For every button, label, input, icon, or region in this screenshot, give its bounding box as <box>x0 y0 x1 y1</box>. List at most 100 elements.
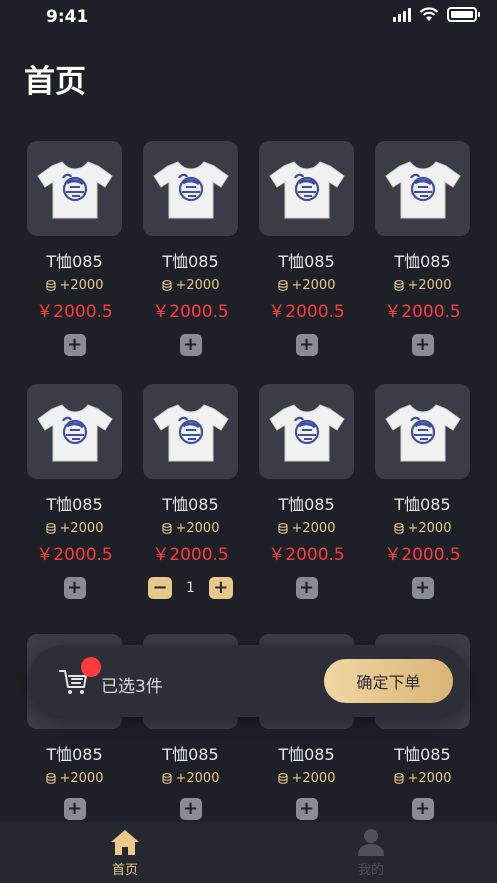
cart-bar: 已选3件 确定下单 <box>28 645 470 717</box>
coin-icon <box>45 773 56 784</box>
add-to-cart-button[interactable]: + <box>63 334 86 356</box>
product-name: T恤085 <box>46 745 103 764</box>
product-image[interactable] <box>143 384 238 479</box>
tab-mine[interactable]: 我的 <box>341 828 401 878</box>
product-card[interactable]: T恤085 +2000 ￥2000.5 − 1 + <box>143 384 238 627</box>
product-row: T恤085 +2000 ￥2000.5 + T恤085 +2000 ￥2000.… <box>27 384 470 627</box>
coin-icon <box>277 280 288 291</box>
add-to-cart-button[interactable]: + <box>411 334 434 356</box>
product-name: T恤085 <box>46 495 103 514</box>
product-name: T恤085 <box>278 252 335 271</box>
product-points: +2000 <box>277 771 335 786</box>
product-name: T恤085 <box>162 745 219 764</box>
tshirt-icon <box>384 403 461 461</box>
product-card[interactable]: T恤085 +2000 ￥2000.5 + <box>375 384 470 627</box>
product-price: ￥2000.5 <box>36 302 113 322</box>
coin-icon <box>277 523 288 534</box>
add-to-cart-button[interactable]: + <box>63 798 86 820</box>
page-title: 首页 <box>24 64 86 100</box>
add-to-cart-button[interactable]: + <box>63 577 86 599</box>
quantity-value: 1 <box>186 580 195 596</box>
cart-selected-count: 已选3件 <box>101 677 163 697</box>
product-image[interactable] <box>27 141 122 236</box>
product-points: +2000 <box>161 521 219 536</box>
product-price: ￥2000.5 <box>268 302 345 322</box>
product-points: +2000 <box>277 521 335 536</box>
product-points: +2000 <box>393 521 451 536</box>
product-points: +2000 <box>393 278 451 293</box>
tab-bar: 首页 我的 <box>0 822 497 883</box>
product-card[interactable]: T恤085 +2000 ￥2000.5 + <box>143 141 238 384</box>
tab-label: 我的 <box>357 863 384 878</box>
product-image[interactable] <box>375 384 470 479</box>
add-to-cart-button[interactable]: + <box>295 577 318 599</box>
tshirt-icon <box>36 160 113 218</box>
confirm-order-button[interactable]: 确定下单 <box>324 659 453 703</box>
product-grid: T恤085 +2000 ￥2000.5 + T恤085 +2000 ￥2000.… <box>27 141 470 824</box>
product-price: ￥2000.5 <box>384 545 461 565</box>
product-row: T恤085 +2000 ￥2000.5 + T恤085 +2000 ￥2000.… <box>27 141 470 384</box>
add-to-cart-button[interactable]: + <box>295 798 318 820</box>
coin-icon <box>161 523 172 534</box>
product-card[interactable]: T恤085 +2000 ￥2000.5 + <box>259 384 354 627</box>
product-points: +2000 <box>393 771 451 786</box>
product-name: T恤085 <box>278 745 335 764</box>
wifi-icon <box>419 7 439 21</box>
product-name: T恤085 <box>394 252 451 271</box>
add-to-cart-button[interactable]: + <box>179 334 202 356</box>
status-time: 9:41 <box>46 7 89 27</box>
coin-icon <box>45 280 56 291</box>
product-image[interactable] <box>27 384 122 479</box>
product-points: +2000 <box>277 278 335 293</box>
product-points: +2000 <box>161 771 219 786</box>
product-name: T恤085 <box>278 495 335 514</box>
tab-home[interactable]: 首页 <box>95 828 155 878</box>
product-image[interactable] <box>375 141 470 236</box>
product-card[interactable]: T恤085 +2000 ￥2000.5 + <box>259 141 354 384</box>
coin-icon <box>161 280 172 291</box>
user-icon <box>358 829 384 856</box>
tshirt-icon <box>152 403 229 461</box>
product-name: T恤085 <box>394 745 451 764</box>
product-name: T恤085 <box>162 252 219 271</box>
tshirt-icon <box>152 160 229 218</box>
add-to-cart-button[interactable]: + <box>179 798 202 820</box>
battery-icon <box>447 7 480 22</box>
product-card[interactable]: T恤085 +2000 ￥2000.5 + <box>375 141 470 384</box>
product-points: +2000 <box>45 521 103 536</box>
add-to-cart-button[interactable]: + <box>411 577 434 599</box>
tab-label: 首页 <box>111 863 138 878</box>
increase-button[interactable]: + <box>208 577 233 599</box>
product-price: ￥2000.5 <box>152 545 229 565</box>
product-card[interactable]: T恤085 +2000 ￥2000.5 + <box>27 141 122 384</box>
status-bar: 9:41 <box>0 0 497 34</box>
product-card[interactable]: T恤085 +2000 ￥2000.5 + <box>27 384 122 627</box>
product-image[interactable] <box>143 141 238 236</box>
product-price: ￥2000.5 <box>152 302 229 322</box>
coin-icon <box>393 280 404 291</box>
tshirt-icon <box>36 403 113 461</box>
add-to-cart-button[interactable]: + <box>295 334 318 356</box>
product-name: T恤085 <box>162 495 219 514</box>
coin-icon <box>393 773 404 784</box>
product-points: +2000 <box>161 278 219 293</box>
signal-icon <box>393 7 411 22</box>
home-icon <box>111 830 139 855</box>
status-icons <box>393 7 480 22</box>
product-image[interactable] <box>259 141 354 236</box>
cart-badge-dot <box>81 657 101 677</box>
tshirt-icon <box>268 403 345 461</box>
product-name: T恤085 <box>46 252 103 271</box>
product-image[interactable] <box>259 384 354 479</box>
coin-icon <box>45 523 56 534</box>
product-price: ￥2000.5 <box>268 545 345 565</box>
coin-icon <box>393 523 404 534</box>
product-points: +2000 <box>45 278 103 293</box>
product-price: ￥2000.5 <box>36 545 113 565</box>
tshirt-icon <box>268 160 345 218</box>
product-price: ￥2000.5 <box>384 302 461 322</box>
product-name: T恤085 <box>394 495 451 514</box>
decrease-button[interactable]: − <box>148 577 173 599</box>
add-to-cart-button[interactable]: + <box>411 798 434 820</box>
product-points: +2000 <box>45 771 103 786</box>
